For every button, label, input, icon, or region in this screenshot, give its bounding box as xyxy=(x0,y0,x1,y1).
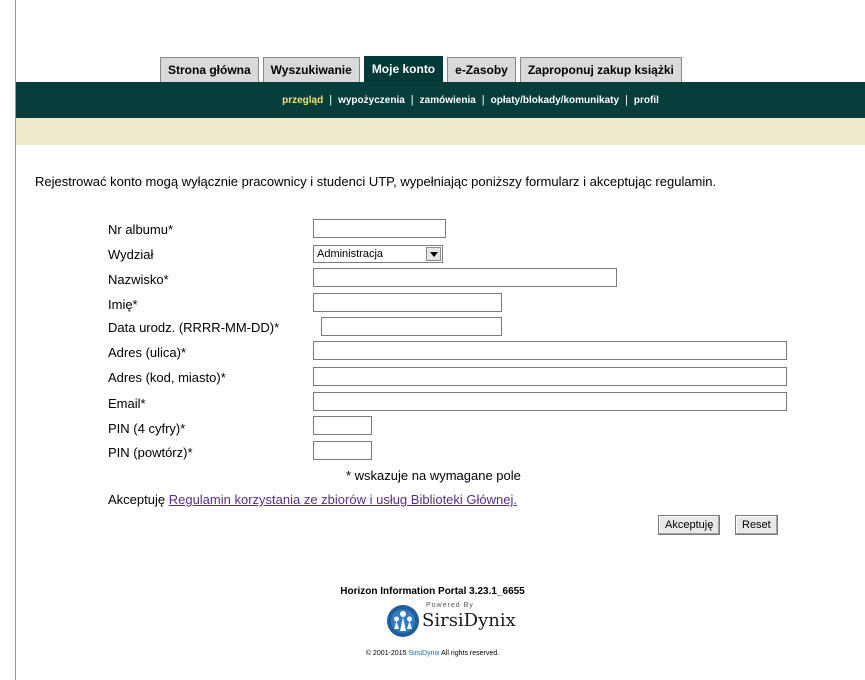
faculty-label: Wydział xyxy=(108,247,154,262)
intro-text: Rejestrować konto mogą wyłącznie pracown… xyxy=(35,174,717,189)
subnav-loans[interactable]: wypożyczenia xyxy=(336,95,407,106)
city-input[interactable] xyxy=(313,367,787,386)
terms-link[interactable]: Regulamin korzystania ze zbiorów i usług… xyxy=(169,492,517,507)
copyright-suffix: All rights reserved. xyxy=(441,650,500,657)
pin-repeat-input[interactable] xyxy=(313,441,372,460)
email-input[interactable] xyxy=(313,392,787,411)
tab-my-account[interactable]: Moje konto xyxy=(363,56,444,82)
album-label: Nr albumu* xyxy=(108,222,174,237)
info-band xyxy=(16,118,865,145)
portal-version: Horizon Information Portal 3.23.1_6655 xyxy=(340,586,525,597)
subnav-overview[interactable]: przegląd xyxy=(280,95,325,106)
accept-prefix: Akceptuję xyxy=(108,492,166,507)
sub-navbar: przegląd | wypożyczenia | zamówienia | o… xyxy=(16,82,865,118)
city-label: Adres (kod, miasto)* xyxy=(108,370,226,385)
street-input[interactable] xyxy=(313,341,787,360)
surname-input[interactable] xyxy=(313,268,617,287)
sirsidynix-logo-icon xyxy=(387,605,419,637)
tab-home[interactable]: Strona główna xyxy=(160,57,259,82)
faculty-select[interactable]: Administracja xyxy=(313,245,443,263)
powered-by-text: Powered By xyxy=(426,602,474,609)
tab-suggest-purchase[interactable]: Zaproponuj zakup książki xyxy=(519,57,682,82)
subnav-profile[interactable]: profil xyxy=(632,95,661,106)
reset-button[interactable]: Reset xyxy=(735,515,778,535)
pin-repeat-label: PIN (powtórz)* xyxy=(108,445,193,460)
subnav-separator: | xyxy=(329,94,333,106)
sirsidynix-logo[interactable]: Powered By SirsiDynix xyxy=(386,602,516,637)
firstname-input[interactable] xyxy=(313,293,502,312)
copyright-prefix: © 2001-2015 xyxy=(365,650,407,657)
copyright-brand-link[interactable]: SirsiDynix xyxy=(408,650,439,657)
street-label: Adres (ulica)* xyxy=(108,345,187,360)
subnav-fees-blocks[interactable]: opłaty/blokady/komunikaty xyxy=(489,95,621,106)
firstname-label: Imię* xyxy=(108,297,138,312)
pin-input[interactable] xyxy=(313,416,372,435)
main-tabs: Strona główna Wyszukiwanie Moje konto e-… xyxy=(160,56,682,82)
subnav-requests[interactable]: zamówienia xyxy=(418,95,478,106)
subnav-separator: | xyxy=(410,94,414,106)
accept-button[interactable]: Akceptuję xyxy=(658,515,721,535)
pin-label: PIN (4 cyfry)* xyxy=(108,421,186,436)
copyright: © 2001-2015 SirsiDynix All rights reserv… xyxy=(0,650,865,657)
surname-label: Nazwisko* xyxy=(108,272,169,287)
chevron-down-icon[interactable] xyxy=(426,247,441,261)
tab-search[interactable]: Wyszukiwanie xyxy=(262,57,360,82)
accept-line: Akceptuję Regulamin korzystania ze zbior… xyxy=(108,492,517,507)
tab-e-resources[interactable]: e-Zasoby xyxy=(447,57,516,82)
album-input[interactable] xyxy=(313,219,446,238)
subnav-separator: | xyxy=(625,94,628,106)
faculty-select-value: Administracja xyxy=(317,248,384,260)
brand-name: SirsiDynix xyxy=(422,610,516,631)
subnav-separator: | xyxy=(481,94,485,106)
email-label: Email* xyxy=(108,396,146,411)
required-note: * wskazuje na wymagane pole xyxy=(346,468,521,483)
birthdate-label: Data urodz. (RRRR-MM-DD)* xyxy=(108,320,280,335)
birthdate-input[interactable] xyxy=(321,317,502,336)
